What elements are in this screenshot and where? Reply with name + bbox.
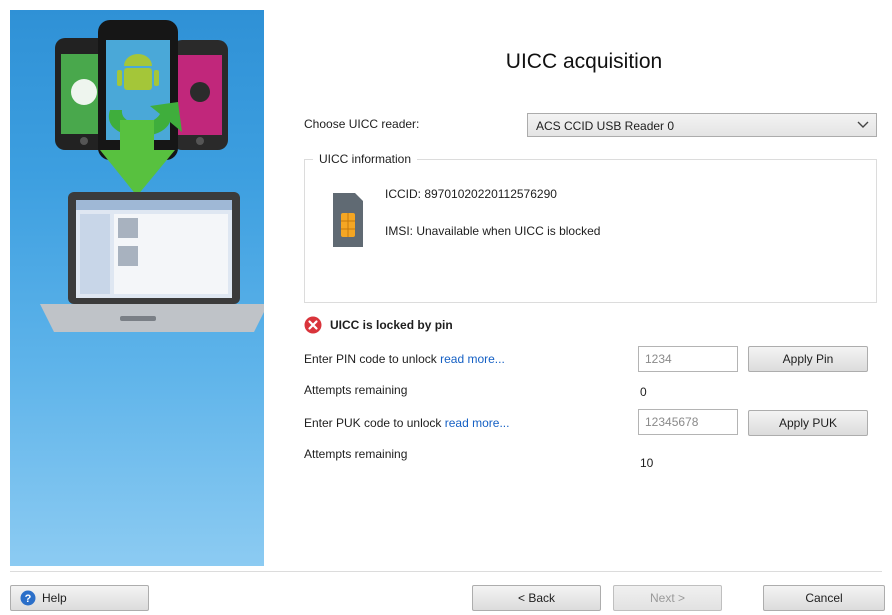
pin-input[interactable]: [638, 346, 738, 372]
iccid-text: ICCID: 89701020220112576290: [385, 187, 557, 201]
pin-attempts-value: 0: [640, 385, 647, 399]
error-x-icon: [304, 316, 322, 334]
puk-attempts-value: 10: [640, 456, 654, 470]
laptop-icon: [40, 192, 264, 332]
apply-pin-button[interactable]: Apply Pin: [748, 346, 868, 372]
cancel-button[interactable]: Cancel: [763, 585, 885, 611]
chevron-down-icon: [857, 121, 869, 128]
help-label: Help: [42, 591, 67, 605]
puk-row-label: Enter PUK code to unlock read more...: [304, 416, 509, 430]
back-button[interactable]: < Back: [472, 585, 601, 611]
help-button[interactable]: ? Help: [10, 585, 149, 611]
question-circle-icon: ?: [20, 590, 36, 606]
pin-attempts-label: Attempts remaining: [304, 383, 408, 397]
footer-divider: [10, 571, 882, 572]
imsi-text: IMSI: Unavailable when UICC is blocked: [385, 224, 601, 238]
pin-read-more-link[interactable]: read more...: [440, 352, 505, 366]
page-title: UICC acquisition: [505, 50, 663, 73]
blackberry-phone-icon: [172, 40, 228, 150]
next-button[interactable]: Next >: [613, 585, 722, 611]
pin-label: Enter PIN code to unlock: [304, 352, 437, 366]
lock-status-text: UICC is locked by pin: [330, 318, 453, 332]
uicc-info-legend: UICC information: [313, 152, 418, 166]
pin-row-label: Enter PIN code to unlock read more...: [304, 352, 505, 366]
device-extraction-illustration: [40, 20, 264, 332]
puk-attempts-label: Attempts remaining: [304, 447, 408, 461]
reader-label: Choose UICC reader:: [304, 117, 420, 131]
puk-input[interactable]: [638, 409, 738, 435]
side-panel: [10, 10, 264, 566]
sim-card-icon: [333, 193, 363, 247]
reader-selected-value: ACS CCID USB Reader 0: [536, 119, 675, 133]
puk-read-more-link[interactable]: read more...: [445, 416, 510, 430]
svg-text:?: ?: [25, 593, 32, 605]
puk-label: Enter PUK code to unlock: [304, 416, 442, 430]
reader-select[interactable]: ACS CCID USB Reader 0: [527, 113, 877, 137]
apply-puk-button[interactable]: Apply PUK: [748, 410, 868, 436]
